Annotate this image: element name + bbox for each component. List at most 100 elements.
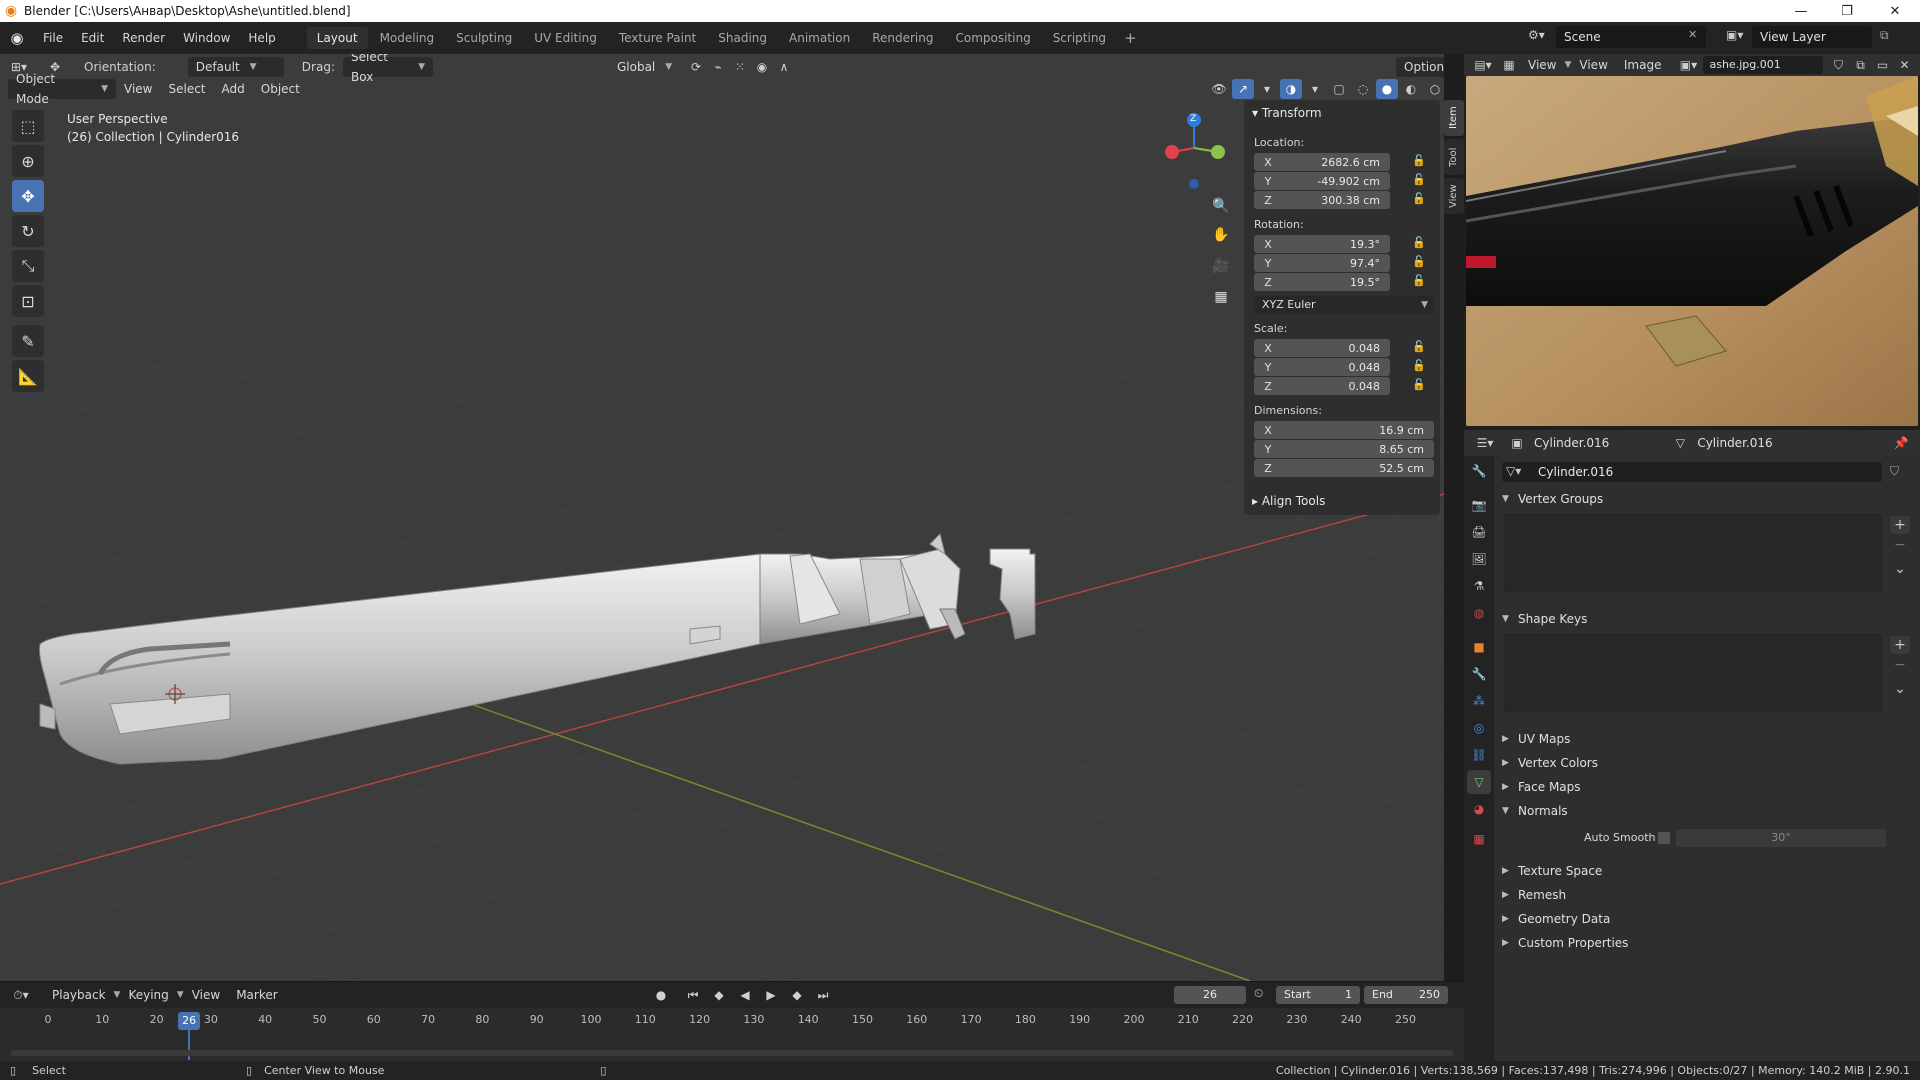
auto-smooth-angle-field[interactable]: 30°	[1676, 829, 1886, 847]
scale-y-field[interactable]: Y 0.048	[1254, 358, 1390, 376]
shape-key-menu-icon[interactable]: ⌄	[1890, 680, 1910, 698]
reference-image[interactable]	[1466, 76, 1918, 426]
remesh-panel-header[interactable]: ▶ Remesh	[1502, 884, 1912, 906]
material-properties-icon[interactable]: ◕	[1467, 797, 1491, 821]
timeline-menu-view[interactable]: View	[184, 985, 228, 1005]
timeline-scrollbar[interactable]	[10, 1050, 1454, 1056]
viewport-menu-view[interactable]: View	[116, 79, 160, 99]
shape-keys-panel-header[interactable]: ▼ Shape Keys	[1502, 608, 1912, 630]
zoom-icon[interactable]: 🔍	[1208, 193, 1234, 219]
viewport-menu-add[interactable]: Add	[214, 79, 253, 99]
menu-help[interactable]: Help	[239, 27, 284, 49]
texture-space-panel-header[interactable]: ▶ Texture Space	[1502, 860, 1912, 882]
mode-dropdown[interactable]: Object Mode ▼	[8, 72, 116, 106]
image-editor-type-icon[interactable]: ▤▾	[1472, 55, 1494, 75]
falloff-icon[interactable]: ∧	[773, 57, 795, 77]
geometry-data-panel-header[interactable]: ▶ Geometry Data	[1502, 908, 1912, 930]
camera-view-icon[interactable]: 🎥	[1208, 253, 1234, 279]
rotate-tool-icon[interactable]: ↻	[12, 215, 44, 247]
overlay-toggle-icon[interactable]: ◑	[1280, 79, 1302, 99]
new-image-icon[interactable]: ⧉	[1849, 55, 1871, 75]
playhead-frame-label[interactable]: 26	[178, 1012, 201, 1030]
current-frame-field[interactable]: 26	[1174, 986, 1246, 1004]
image-menu-image[interactable]: Image	[1616, 55, 1670, 75]
lock-icon[interactable]: 🔓	[1412, 378, 1426, 391]
timeline-menu-keying[interactable]: Keying	[120, 985, 176, 1005]
wireframe-shading-icon[interactable]: ◌	[1352, 79, 1374, 99]
vertex-colors-panel-header[interactable]: ▶ Vertex Colors	[1502, 752, 1912, 774]
menu-render[interactable]: Render	[113, 27, 174, 49]
rotation-y-field[interactable]: Y 97.4°	[1254, 254, 1390, 272]
sidebar-tab-item[interactable]: Item	[1444, 100, 1464, 136]
tab-modeling[interactable]: Modeling	[370, 27, 445, 49]
gizmo-toggle-icon[interactable]: ↗	[1232, 79, 1254, 99]
location-y-field[interactable]: Y -49.902 cm	[1254, 172, 1390, 190]
dimensions-x-field[interactable]: X 16.9 cm	[1254, 421, 1434, 439]
modifier-properties-icon[interactable]: 🔧	[1467, 662, 1491, 686]
align-tools-panel-header[interactable]: ▸ Align Tools	[1252, 494, 1325, 508]
tab-uv-editing[interactable]: UV Editing	[524, 27, 607, 49]
location-x-field[interactable]: X 2682.6 cm	[1254, 153, 1390, 171]
move-tool-icon[interactable]: ✥	[12, 180, 44, 212]
snap-icon[interactable]: ⌁	[707, 57, 729, 77]
start-frame-field[interactable]: Start 1	[1276, 986, 1360, 1004]
cursor-tool-icon[interactable]: ⊕	[12, 145, 44, 177]
overlay-options-icon[interactable]: ▾	[1304, 79, 1326, 99]
maximize-button[interactable]: ❐	[1824, 0, 1870, 22]
menu-window[interactable]: Window	[174, 27, 239, 49]
tab-scripting[interactable]: Scripting	[1043, 27, 1116, 49]
vertex-groups-list[interactable]	[1504, 514, 1882, 592]
gizmo-options-icon[interactable]: ▾	[1256, 79, 1278, 99]
viewport-menu-object[interactable]: Object	[253, 79, 308, 99]
transform-panel-header[interactable]: ▾ Transform	[1252, 106, 1322, 120]
uv-maps-panel-header[interactable]: ▶ UV Maps	[1502, 728, 1912, 750]
mesh-data-properties-icon[interactable]: ▽	[1467, 770, 1491, 794]
mesh-browse-icon[interactable]: ▽▾	[1506, 464, 1521, 478]
shape-keys-list[interactable]	[1504, 634, 1882, 712]
pivot-icon[interactable]: ⟳	[685, 57, 707, 77]
menu-file[interactable]: File	[34, 27, 72, 49]
pan-hand-icon[interactable]: ✋	[1208, 222, 1234, 248]
timeline-ruler[interactable]: 0 10 20 30 40 50 60 70 80 90 100 110 120 130 140 150 160…	[0, 1010, 1464, 1060]
close-button[interactable]: ✕	[1872, 0, 1918, 22]
view-layer-icon[interactable]: ▣▾	[1726, 28, 1743, 42]
options-dropdown[interactable]: Options▼	[1396, 57, 1444, 77]
image-name-field[interactable]: ashe.jpg.001	[1703, 56, 1824, 74]
world-properties-icon[interactable]: ◍	[1467, 601, 1491, 625]
add-vertex-group-button[interactable]: +	[1890, 516, 1910, 534]
scene-icon[interactable]: ⚙▾	[1528, 28, 1545, 42]
auto-smooth-checkbox[interactable]	[1658, 832, 1670, 844]
normals-panel-header[interactable]: ▼ Normals	[1502, 800, 1912, 822]
location-z-field[interactable]: Z 300.38 cm	[1254, 191, 1390, 209]
image-mode-icon[interactable]: ▦	[1498, 55, 1520, 75]
add-shape-key-button[interactable]: +	[1890, 636, 1910, 654]
sidebar-tab-tool[interactable]: Tool	[1444, 139, 1464, 175]
mesh-name-field[interactable]: Cylinder.016	[1502, 462, 1882, 482]
lock-icon[interactable]: 🔓	[1412, 173, 1426, 186]
transform-space-dropdown[interactable]: Global ▼	[609, 57, 685, 77]
preview-range-icon[interactable]: ⏲	[1254, 986, 1263, 1001]
rendered-shading-icon[interactable]: ○	[1424, 79, 1444, 99]
timeline-menu-playback[interactable]: Playback	[44, 985, 114, 1005]
image-menu-view-mode[interactable]: View	[1520, 55, 1564, 75]
blender-menu-icon[interactable]: ◉	[0, 22, 34, 54]
lock-icon[interactable]: 🔓	[1412, 192, 1426, 205]
lock-icon[interactable]: 🔓	[1412, 255, 1426, 268]
dimensions-y-field[interactable]: Y 8.65 cm	[1254, 440, 1434, 458]
vertex-group-menu-icon[interactable]: ⌄	[1890, 560, 1910, 578]
scale-x-field[interactable]: X 0.048	[1254, 339, 1390, 357]
material-shading-icon[interactable]: ◐	[1400, 79, 1422, 99]
remove-vertex-group-button[interactable]: −	[1890, 536, 1910, 554]
image-menu-view[interactable]: View	[1571, 55, 1615, 75]
drag-dropdown[interactable]: Select Box ▼	[342, 54, 433, 84]
lock-icon[interactable]: 🔓	[1412, 359, 1426, 372]
particle-properties-icon[interactable]: ⁂	[1467, 689, 1491, 713]
remove-shape-key-button[interactable]: −	[1890, 656, 1910, 674]
proportional-edit-icon[interactable]: ◉	[751, 57, 773, 77]
timeline-editor-type-icon[interactable]: ⏱▾	[10, 985, 32, 1005]
tab-animation[interactable]: Animation	[779, 27, 860, 49]
scale-tool-icon[interactable]: ⤡	[12, 250, 44, 282]
play-icon[interactable]: ▶	[760, 985, 782, 1005]
jump-end-icon[interactable]: ⏭	[812, 985, 834, 1005]
pin-icon[interactable]: 📌	[1890, 433, 1912, 453]
